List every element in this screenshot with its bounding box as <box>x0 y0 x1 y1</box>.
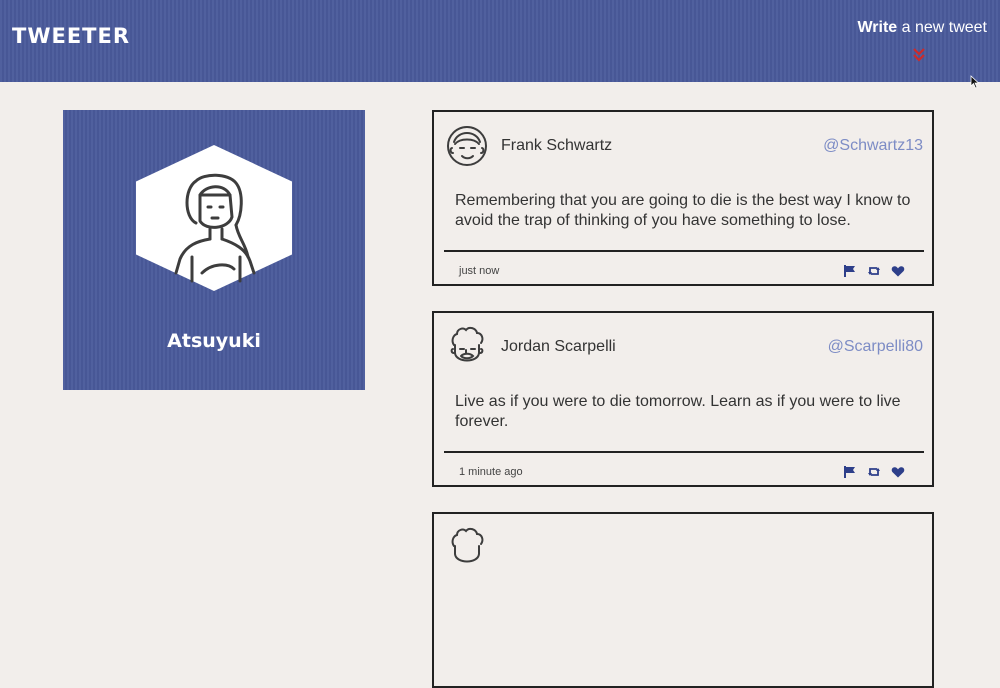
heart-icon[interactable] <box>891 264 905 278</box>
profile-avatar <box>136 145 292 291</box>
profile-username: Atsuyuki <box>167 330 261 352</box>
heart-icon[interactable] <box>891 465 905 479</box>
author-avatar-icon <box>446 325 488 369</box>
tweet-card-partial <box>432 512 934 688</box>
tweet-card: Jordan Scarpelli @Scarpelli80 Live as if… <box>432 311 934 487</box>
retweet-icon[interactable] <box>867 465 881 479</box>
retweet-icon[interactable] <box>867 264 881 278</box>
tweet-text: Live as if you were to die tomorrow. Lea… <box>455 393 901 430</box>
tweet-author-handle[interactable]: @Schwartz13 <box>823 137 923 155</box>
author-avatar-icon <box>446 526 488 570</box>
top-navbar: TWEETER Write a new tweet <box>0 0 1000 82</box>
double-chevron-down-icon[interactable] <box>913 47 926 66</box>
user-profile-card: Atsuyuki <box>63 110 365 390</box>
tweet-divider <box>444 250 924 252</box>
tweet-text: Remembering that you are going to die is… <box>455 192 911 229</box>
tweet-divider <box>444 451 924 453</box>
tweet-author-name[interactable]: Frank Schwartz <box>501 137 612 155</box>
compose-tweet-button[interactable]: Write a new tweet <box>857 19 987 62</box>
tweet-timestamp: just now <box>459 265 500 277</box>
tweet-author-handle[interactable]: @Scarpelli80 <box>828 338 923 356</box>
compose-rest-text: a new tweet <box>897 19 987 36</box>
tweet-actions <box>838 464 905 478</box>
brand-logo[interactable]: TWEETER <box>12 24 130 48</box>
flag-icon[interactable] <box>843 465 857 479</box>
flag-icon[interactable] <box>843 264 857 278</box>
compose-bold-text: Write <box>857 19 898 36</box>
tweet-card: Frank Schwartz @Schwartz13 Remembering t… <box>432 110 934 286</box>
tweet-actions <box>838 263 905 277</box>
compose-tweet-label[interactable]: Write a new tweet <box>857 19 987 37</box>
tweet-timestamp: 1 minute ago <box>459 466 523 478</box>
tweet-author-name[interactable]: Jordan Scarpelli <box>501 338 616 356</box>
author-avatar-icon <box>446 124 488 168</box>
mouse-cursor-icon <box>970 74 980 93</box>
